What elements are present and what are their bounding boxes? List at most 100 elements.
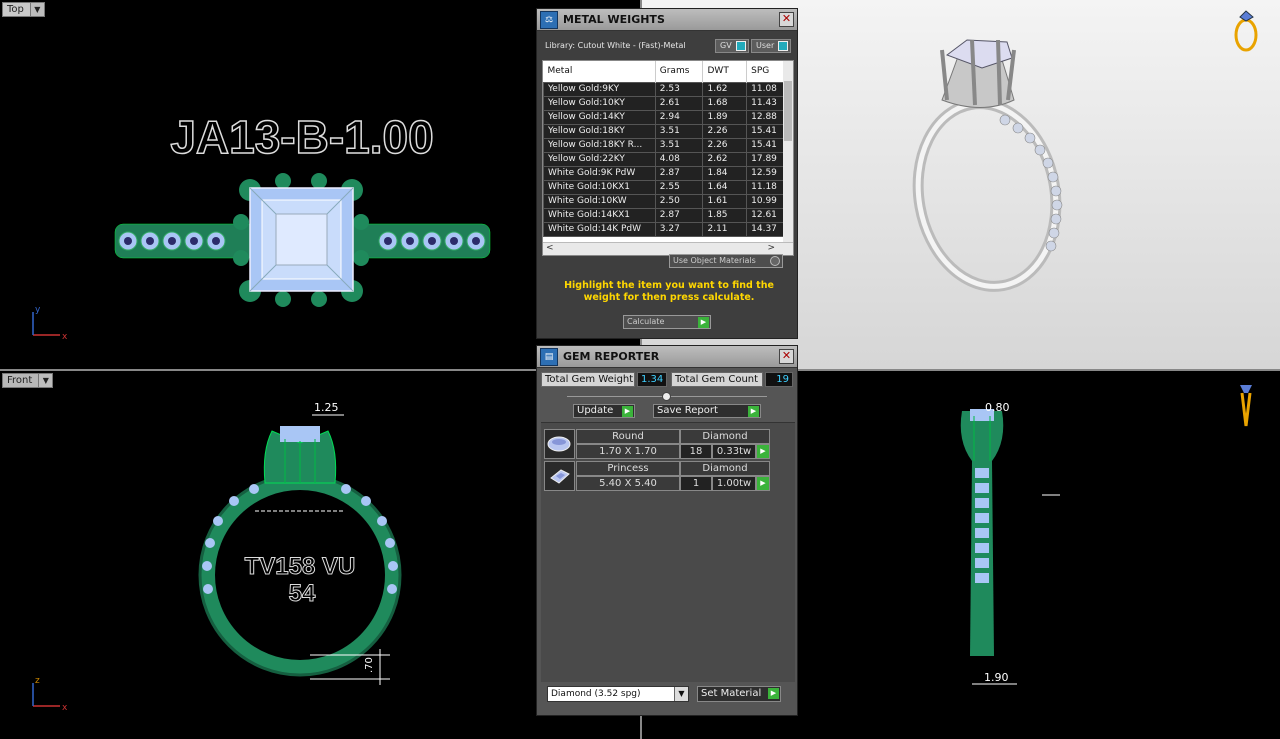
play-arrow-icon[interactable]: ▶	[748, 406, 759, 417]
play-arrow-icon[interactable]: ▶	[756, 444, 770, 459]
gem-row-round[interactable]: Round 1.70 X 1.70 Diamond 18 0.33tw ▶	[544, 429, 772, 459]
gem-size: 5.40 X 5.40	[576, 476, 680, 491]
table-row[interactable]: Yellow Gold:18KY R... 3.51 2.26 15.41	[543, 137, 787, 153]
table-cell: White Gold:14K PdW	[543, 221, 656, 237]
table-cell: Yellow Gold:18KY R...	[543, 137, 656, 153]
scroll-left-icon[interactable]: <	[546, 243, 554, 253]
table-cell: 2.50	[654, 193, 704, 209]
save-report-button[interactable]: Save Report ▶	[653, 404, 761, 418]
table-cell: 2.87	[654, 165, 704, 181]
col-spg[interactable]: SPG	[746, 61, 787, 82]
close-icon[interactable]: ✕	[779, 12, 794, 27]
play-arrow-icon[interactable]: ▶	[756, 476, 770, 491]
close-icon[interactable]: ✕	[779, 349, 794, 364]
table-cell: 2.61	[654, 95, 704, 111]
gem-type: Diamond	[680, 429, 770, 444]
table-cell: 11.43	[746, 95, 787, 111]
gem-reporter-titlebar[interactable]: ▤ GEM REPORTER ✕	[537, 346, 797, 368]
table-cell: Yellow Gold:10KY	[543, 95, 656, 111]
slider-knob[interactable]	[662, 392, 671, 401]
chevron-down-icon[interactable]: ▼	[29, 3, 44, 16]
table-cell: 1.61	[702, 193, 748, 209]
table-cell: 1.85	[702, 207, 748, 223]
col-dwt[interactable]: DWT	[702, 61, 748, 82]
vertical-scrollbar[interactable]	[783, 61, 793, 243]
table-cell: 3.51	[654, 123, 704, 139]
axis-y-label: y	[35, 305, 41, 315]
table-cell: White Gold:9K PdW	[543, 165, 656, 181]
axis-x-label: x	[62, 332, 68, 342]
instruction-text: Highlight the item you want to find the …	[564, 280, 774, 303]
gem-size: 1.70 X 1.70	[576, 444, 680, 459]
table-cell: White Gold:10KW	[543, 193, 656, 209]
table-row[interactable]: White Gold:14K PdW 3.27 2.11 14.37	[543, 221, 787, 237]
col-grams[interactable]: Grams	[655, 61, 704, 82]
table-header-row: Metal Grams DWT SPG	[543, 61, 787, 82]
table-cell: 2.94	[654, 109, 704, 125]
table-cell: 12.59	[746, 165, 787, 181]
chevron-down-icon[interactable]: ▼	[38, 374, 53, 387]
table-cell: 12.88	[746, 109, 787, 125]
table-row[interactable]: Yellow Gold:9KY 2.53 1.62 11.08	[543, 81, 787, 97]
metal-weights-titlebar[interactable]: ⚖ METAL WEIGHTS ✕	[537, 9, 797, 31]
table-row[interactable]: Yellow Gold:10KY 2.61 1.68 11.43	[543, 95, 787, 111]
table-row[interactable]: White Gold:10KW 2.50 1.61 10.99	[543, 193, 787, 209]
user-label: User	[756, 41, 775, 50]
gem-count: 18	[680, 444, 712, 459]
right-dim-bottom: 1.90	[984, 671, 1009, 684]
table-cell: 2.62	[702, 151, 748, 167]
table-cell: 3.51	[654, 137, 704, 153]
table-cell: White Gold:14KX1	[543, 207, 656, 223]
play-arrow-icon[interactable]: ▶	[698, 317, 709, 328]
table-cell: White Gold:10KX1	[543, 179, 656, 195]
table-row[interactable]: White Gold:10KX1 2.55 1.64 11.18	[543, 179, 787, 195]
update-button[interactable]: Update ▶	[573, 404, 635, 418]
scroll-right-icon[interactable]: >	[767, 243, 775, 253]
chevron-down-icon[interactable]: ▼	[674, 687, 688, 701]
play-arrow-icon[interactable]: ▶	[768, 688, 779, 699]
table-row[interactable]: White Gold:9K PdW 2.87 1.84 12.59	[543, 165, 787, 181]
total-gem-count-value: 19	[765, 372, 793, 387]
table-cell: 2.26	[702, 137, 748, 153]
col-metal[interactable]: Metal	[543, 61, 656, 82]
front-axis-z-label: z	[35, 676, 40, 686]
princess-gem-icon	[544, 461, 575, 491]
table-row[interactable]: Yellow Gold:22KY 4.08 2.62 17.89	[543, 151, 787, 167]
gv-toggle[interactable]: GV	[715, 39, 749, 53]
material-select[interactable]: Diamond (3.52 spg) ▼	[547, 686, 689, 702]
gem-reporter-title: GEM REPORTER	[563, 350, 660, 363]
gem-list[interactable]: Round 1.70 X 1.70 Diamond 18 0.33tw ▶ Pr…	[541, 422, 795, 682]
user-toggle[interactable]: User	[751, 39, 792, 53]
viewport-label-front[interactable]: Front ▼	[2, 373, 54, 388]
table-cell: 17.89	[746, 151, 787, 167]
table-row[interactable]: Yellow Gold:18KY 3.51 2.26 15.41	[543, 123, 787, 139]
metal-weights-panel[interactable]: ⚖ METAL WEIGHTS ✕ Library: Cutout White …	[536, 8, 798, 339]
gem-row-princess[interactable]: Princess 5.40 X 5.40 Diamond 1 1.00tw ▶	[544, 461, 772, 491]
table-cell: 10.99	[746, 193, 787, 209]
table-row[interactable]: Yellow Gold:14KY 2.94 1.89 12.88	[543, 109, 787, 125]
table-cell: 1.89	[702, 109, 748, 125]
checkbox-icon[interactable]	[778, 41, 789, 51]
update-label: Update	[577, 405, 614, 416]
calculate-button[interactable]: Calculate ▶	[623, 315, 711, 329]
set-material-button[interactable]: Set Material ▶	[697, 686, 781, 702]
table-row[interactable]: White Gold:14KX1 2.87 1.85 12.61	[543, 207, 787, 223]
use-object-materials-toggle[interactable]: Use Object Materials	[669, 254, 783, 268]
table-cell: Yellow Gold:18KY	[543, 123, 656, 139]
metal-table[interactable]: Metal Grams DWT SPG Yellow Gold:9KY 2.53 1…	[542, 60, 794, 256]
viewport-label-top[interactable]: Top ▼	[2, 2, 45, 17]
toggle-icon[interactable]	[770, 256, 780, 266]
play-arrow-icon[interactable]: ▶	[622, 406, 633, 417]
table-cell: 2.87	[654, 207, 704, 223]
table-cell: 1.68	[702, 95, 748, 111]
table-cell: 1.62	[702, 81, 748, 97]
table-cell: 3.27	[654, 221, 704, 237]
right-dim-top: 0.80	[985, 401, 1010, 414]
gem-shape: Round	[576, 429, 680, 444]
table-cell: 4.08	[654, 151, 704, 167]
checkbox-icon[interactable]	[735, 41, 746, 51]
table-cell: 11.18	[746, 179, 787, 195]
table-cell: Yellow Gold:14KY	[543, 109, 656, 125]
splitter-slider[interactable]	[567, 392, 767, 401]
gem-reporter-panel[interactable]: ▤ GEM REPORTER ✕ Total Gem Weight 1.34 T…	[536, 345, 798, 716]
